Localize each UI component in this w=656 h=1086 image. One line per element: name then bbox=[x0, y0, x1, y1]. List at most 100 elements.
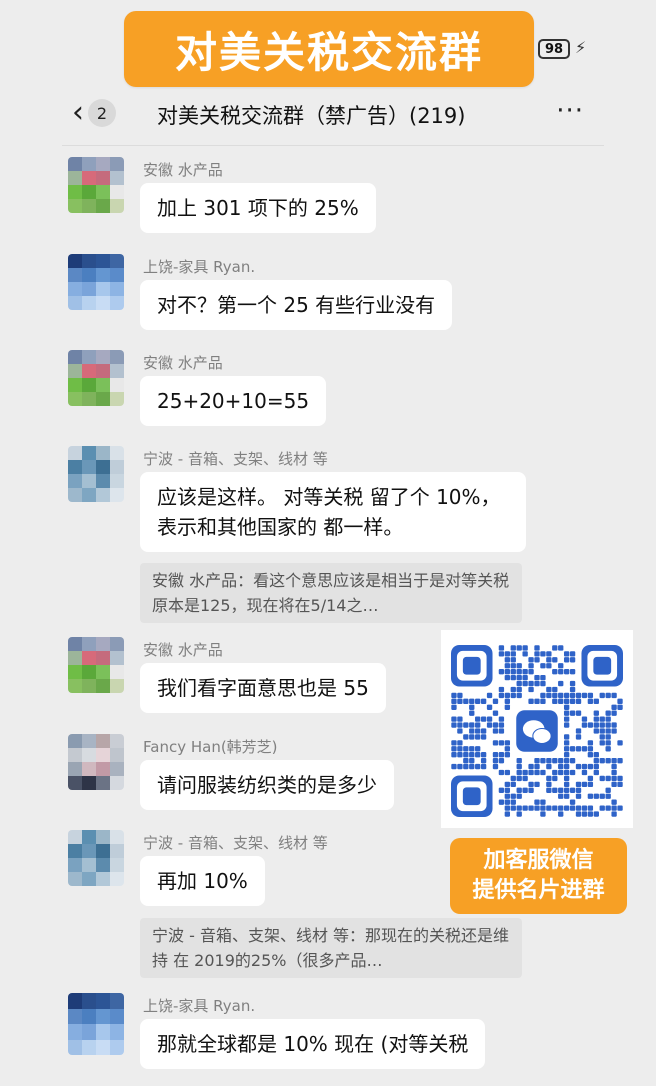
avatar-pixel bbox=[96, 282, 110, 296]
qr-module bbox=[552, 757, 558, 764]
avatar-pixel bbox=[96, 858, 110, 872]
avatar[interactable] bbox=[68, 993, 124, 1055]
avatar-pixel bbox=[82, 872, 96, 886]
qr-code[interactable] bbox=[451, 645, 623, 817]
qr-module bbox=[587, 811, 594, 817]
avatar-pixel bbox=[68, 185, 82, 199]
qr-module bbox=[546, 686, 552, 693]
more-options-button[interactable]: ··· bbox=[556, 96, 584, 126]
qr-module bbox=[569, 799, 576, 805]
qr-module bbox=[510, 799, 516, 805]
avatar-pixel bbox=[96, 776, 110, 790]
qr-module bbox=[552, 775, 558, 782]
avatar-pixel bbox=[82, 185, 96, 199]
avatar-pixel bbox=[68, 268, 82, 282]
qr-module bbox=[605, 710, 611, 716]
qr-module bbox=[563, 704, 570, 710]
avatar-pixel bbox=[82, 1024, 96, 1040]
qr-module bbox=[569, 698, 576, 705]
qr-module bbox=[599, 692, 605, 699]
qr-module bbox=[575, 728, 582, 734]
avatar[interactable] bbox=[68, 734, 124, 790]
message-bubble[interactable]: 对不？第一个 25 有些行业没有 bbox=[140, 280, 453, 330]
qr-module bbox=[581, 716, 588, 722]
avatar[interactable] bbox=[68, 446, 124, 502]
qr-module bbox=[451, 722, 457, 728]
qr-module bbox=[546, 757, 552, 764]
avatar-pixel bbox=[68, 392, 82, 406]
avatar-pixel bbox=[96, 296, 110, 310]
qr-module bbox=[593, 757, 599, 764]
qr-module bbox=[581, 781, 588, 788]
qr-module bbox=[587, 781, 594, 788]
qr-module bbox=[546, 781, 552, 788]
avatar-pixel bbox=[82, 665, 96, 679]
avatar[interactable] bbox=[68, 350, 124, 406]
message-bubble[interactable]: 加上 301 项下的 25% bbox=[140, 183, 376, 233]
qr-module bbox=[605, 716, 611, 722]
back-button[interactable]: ‹ 2 bbox=[72, 98, 116, 128]
qr-module bbox=[463, 763, 469, 770]
qr-module bbox=[469, 710, 475, 716]
avatar-pixel bbox=[68, 665, 82, 679]
quoted-message[interactable]: 宁波 - 音箱、支架、线材 等：那现在的关税还是维持 在 2019的25%（很多… bbox=[140, 918, 522, 978]
qr-module bbox=[516, 805, 522, 811]
message-bubble[interactable]: 25+20+10=55 bbox=[140, 376, 327, 426]
avatar-pixel bbox=[110, 872, 124, 886]
qr-module bbox=[617, 757, 623, 764]
qr-module bbox=[498, 799, 505, 805]
qr-module bbox=[575, 787, 582, 793]
avatar-pixel bbox=[110, 844, 124, 858]
qr-module bbox=[599, 734, 605, 740]
qr-module bbox=[492, 710, 499, 716]
qr-module bbox=[558, 763, 564, 770]
qr-module bbox=[522, 787, 528, 793]
qr-module bbox=[475, 698, 481, 705]
avatar-pixel bbox=[96, 350, 110, 364]
qr-module bbox=[498, 752, 505, 758]
qr-module bbox=[475, 746, 481, 752]
qr-module bbox=[528, 769, 534, 776]
avatar[interactable] bbox=[68, 254, 124, 310]
avatar-pixel bbox=[68, 350, 82, 364]
avatar-pixel bbox=[110, 254, 124, 268]
avatar-pixel bbox=[110, 350, 124, 364]
qr-module bbox=[504, 674, 511, 681]
message-bubble[interactable]: 那就全球都是 10% 现在 (对等关税 bbox=[140, 1019, 486, 1069]
qr-module bbox=[469, 728, 475, 734]
qr-module bbox=[558, 698, 564, 705]
quoted-message[interactable]: 安徽 水产品：看这个意思应该是相当于是对等关税原本是125，现在将在5/14之… bbox=[140, 563, 522, 623]
avatar-pixel bbox=[110, 199, 124, 213]
qr-module bbox=[534, 799, 540, 805]
message-bubble[interactable]: 请问服装纺织类的是多少 bbox=[140, 760, 394, 810]
qr-module bbox=[563, 757, 570, 764]
qr-module bbox=[504, 805, 511, 811]
qr-module bbox=[528, 657, 534, 663]
qr-finder-inner bbox=[593, 656, 612, 675]
qr-module bbox=[475, 716, 481, 722]
qr-module bbox=[498, 757, 505, 764]
avatar-pixel bbox=[110, 748, 124, 762]
avatar[interactable] bbox=[68, 157, 124, 213]
qr-module bbox=[558, 645, 564, 651]
qr-module bbox=[451, 740, 457, 746]
qr-module bbox=[522, 669, 528, 675]
avatar[interactable] bbox=[68, 830, 124, 886]
message-bubble[interactable]: 再加 10% bbox=[140, 856, 265, 906]
avatar-pixel bbox=[82, 157, 96, 171]
qr-module bbox=[534, 781, 540, 788]
qr-module bbox=[534, 769, 540, 776]
qr-module bbox=[492, 740, 499, 746]
avatar-pixel bbox=[96, 254, 110, 268]
sender-name: 上饶-家具 Ryan. bbox=[143, 258, 256, 276]
qr-module bbox=[552, 692, 558, 699]
group-title-banner: 对美关税交流群 bbox=[124, 11, 534, 87]
avatar-pixel bbox=[68, 858, 82, 872]
qr-module bbox=[611, 710, 617, 716]
chat-header: ‹ 2 对美关税交流群（禁广告）(219) ··· bbox=[62, 90, 604, 146]
message-bubble[interactable]: 我们看字面意思也是 55 bbox=[140, 663, 386, 713]
qr-finder-inner bbox=[462, 787, 481, 806]
message-bubble[interactable]: 应该是这样。 对等关税 留了个 10%，表示和其他国家的 都一样。 bbox=[140, 472, 526, 552]
avatar-pixel bbox=[110, 157, 124, 171]
avatar[interactable] bbox=[68, 637, 124, 693]
